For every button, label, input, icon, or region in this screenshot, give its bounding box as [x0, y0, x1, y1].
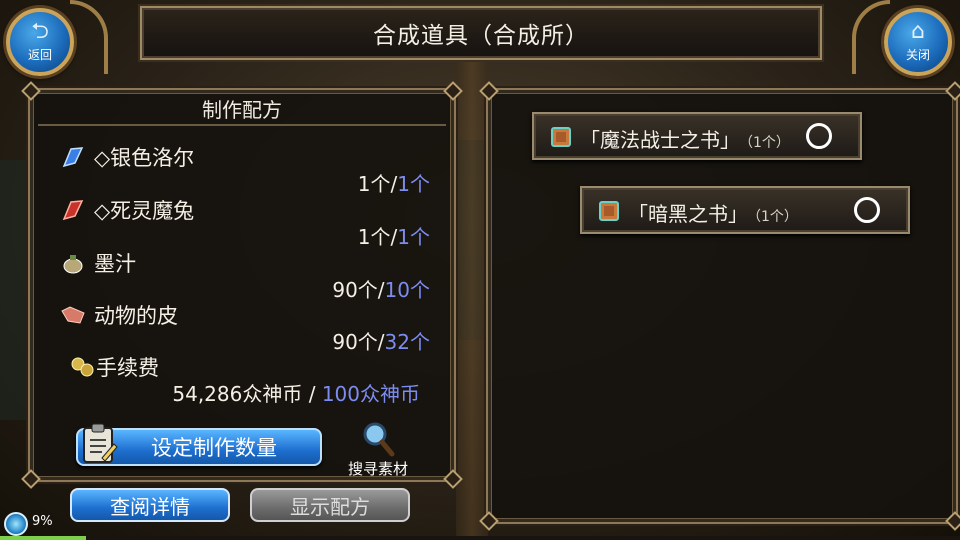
material-name: ◇银色洛尔: [94, 146, 195, 170]
material-have: 90个/: [332, 278, 385, 302]
status-percent: 9%: [32, 514, 53, 529]
panel-corner-ornament: [21, 469, 41, 489]
panel-corner-ornament: [945, 511, 960, 531]
material-name: 动物的皮: [94, 304, 178, 328]
material-need: 32个: [384, 330, 430, 354]
sync-status-icon: [4, 512, 28, 536]
back-button-label: 返回: [27, 48, 52, 62]
set-quantity-label: 设定制作数量: [151, 436, 277, 460]
search-materials-label: 搜寻素材: [347, 460, 408, 478]
result-count: （1个）: [754, 209, 798, 225]
fee-amount: 54,286众神币 / 100众神币: [172, 378, 420, 407]
result-name: 「暗黑之书」: [628, 202, 748, 226]
clipboard-icon: [80, 422, 118, 466]
material-quantity: 90个/10个: [332, 274, 430, 303]
select-radio[interactable]: [854, 197, 880, 223]
title-bar: 合成道具（合成所）: [140, 6, 822, 60]
home-icon: ⌂: [911, 19, 925, 44]
close-button[interactable]: ⌂ 关闭: [884, 8, 952, 76]
ornament-horn: [70, 0, 108, 74]
background-pillar: [456, 60, 488, 540]
panel-corner-ornament: [945, 81, 960, 101]
material-quantity: 90个/32个: [332, 326, 430, 355]
fee-need: 100众神币: [321, 382, 420, 406]
fee-row: 手续费 54,286众神币 / 100众神币: [70, 352, 420, 407]
search-materials-button[interactable]: 搜寻素材: [340, 420, 416, 478]
material-quantity: 1个/1个: [358, 221, 430, 250]
book-icon: [551, 127, 571, 147]
material-have: 90个/: [332, 330, 385, 354]
show-recipe-button[interactable]: 显示配方: [250, 488, 410, 522]
result-item-name: 「暗黑之书」 （1个）: [628, 198, 798, 227]
material-have: 1个/: [357, 172, 398, 196]
material-name: ◇死灵魔兔: [94, 199, 195, 223]
material-row[interactable]: 动物的皮 90个/32个: [60, 300, 430, 355]
material-name: 墨汁: [94, 252, 136, 276]
book-icon: [599, 201, 619, 221]
material-have: 1个/: [357, 225, 398, 249]
ink-pouch-icon: [60, 250, 86, 276]
select-radio[interactable]: [806, 123, 832, 149]
material-need: 1个: [397, 172, 430, 196]
red-crystal-icon: [60, 197, 86, 223]
material-row[interactable]: ◇死灵魔兔 1个/1个: [60, 195, 430, 250]
magnifier-icon: [363, 422, 395, 457]
coins-icon: [70, 354, 96, 380]
close-button-label: 关闭: [905, 48, 930, 62]
experience-bar-fill: [0, 536, 87, 540]
result-item[interactable]: 「暗黑之书」 （1个）: [580, 186, 910, 234]
result-count: （1个）: [746, 135, 790, 151]
material-need: 1个: [397, 225, 430, 249]
material-row[interactable]: ◇银色洛尔 1个/1个: [60, 142, 430, 197]
material-quantity: 1个/1个: [358, 168, 430, 197]
animal-hide-icon: [60, 302, 86, 328]
fee-have: 54,286众神币 /: [172, 382, 322, 406]
blue-crystal-icon: [60, 144, 86, 170]
result-name: 「魔法战士之书」: [580, 128, 740, 152]
result-item[interactable]: 「魔法战士之书」 （1个）: [532, 112, 862, 160]
back-button[interactable]: ⮌ 返回: [6, 8, 74, 76]
fee-label: 手续费: [96, 356, 159, 380]
view-details-button[interactable]: 查阅详情: [70, 488, 230, 522]
page-title: 合成道具（合成所）: [373, 23, 589, 49]
result-item-name: 「魔法战士之书」 （1个）: [580, 124, 790, 153]
material-need: 10个: [384, 278, 430, 302]
material-row[interactable]: 墨汁 90个/10个: [60, 248, 430, 303]
experience-bar: [0, 536, 960, 540]
recipe-header: 制作配方: [38, 96, 446, 126]
return-arrow-icon: ⮌: [31, 19, 49, 44]
